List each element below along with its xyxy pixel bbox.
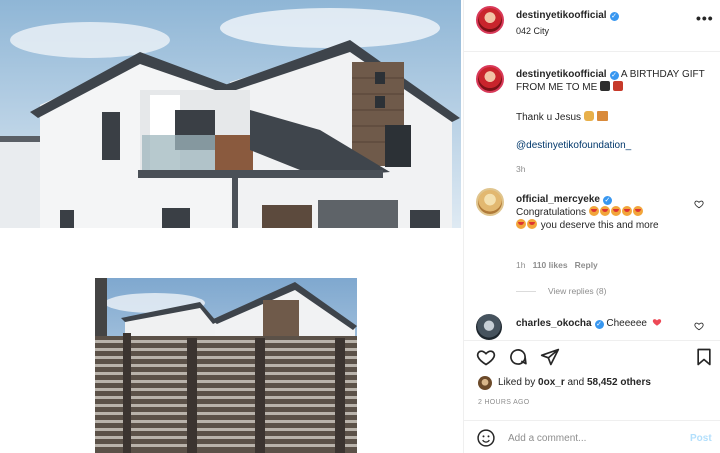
caption-thanks-text: Thank u Jesus <box>516 112 582 123</box>
comment-meta: 1h 110 likes Reply <box>516 260 598 270</box>
comment-text-2: you deserve this and more <box>540 220 659 231</box>
heart-icon[interactable] <box>476 347 496 367</box>
verified-badge-icon: ✓ <box>594 320 604 329</box>
comment-input[interactable]: Add a comment... <box>508 433 586 444</box>
comment-like-heart-icon[interactable] <box>694 321 704 331</box>
commenter-avatar-charles[interactable] <box>476 314 502 340</box>
liked-by-prefix: Liked by <box>498 377 536 388</box>
post-comment-button[interactable]: Post <box>690 433 712 444</box>
house-emoji-icon <box>596 111 608 121</box>
heart-eyes-emoji-icon <box>599 206 610 216</box>
verified-badge-icon: ✓ <box>602 196 612 205</box>
caption-line-2: Thank u Jesus <box>516 111 608 124</box>
caption-time[interactable]: 3h <box>516 164 525 174</box>
comment-text: Congratulations <box>516 207 587 218</box>
liker-avatar[interactable] <box>478 376 492 390</box>
bookmark-icon[interactable] <box>694 347 714 367</box>
gift-emoji-icon <box>612 81 623 91</box>
caption-mention-link[interactable]: @destinyetikofoundation_ <box>516 139 631 152</box>
view-replies-button[interactable]: View replies (8) <box>548 286 606 296</box>
verified-badge-icon: ✓ <box>609 12 619 21</box>
post-time-ago[interactable]: 2 HOURS AGO <box>478 399 530 406</box>
replies-line <box>516 291 536 292</box>
liked-by-and: and <box>567 377 585 388</box>
commenter-username-charles[interactable]: charles_okocha <box>516 318 592 329</box>
composer-separator <box>464 420 720 421</box>
post-sidebar: destinyetikoofficial ✓ 042 City ••• desti… <box>464 0 720 453</box>
smiley-icon[interactable] <box>476 428 496 448</box>
caption-username[interactable]: destinyetikoofficial <box>516 69 607 80</box>
comment-text-charles: Cheeeee <box>606 318 647 329</box>
heart-eyes-emoji-icon <box>610 206 621 216</box>
comment-icon[interactable] <box>508 347 528 367</box>
commenter-avatar[interactable] <box>476 188 504 216</box>
heart-eyes-emoji-icon <box>516 219 526 229</box>
likes-summary: Liked by 0ox_r and 58,452 others <box>498 377 651 388</box>
caption: destinyetikoofficial ✓ A BIRTHDAY GIFT FR… <box>516 68 711 94</box>
post-location[interactable]: 042 City <box>516 26 549 36</box>
heart-eyes-emoji-icon <box>527 219 537 229</box>
praying-hands-emoji-icon <box>583 111 594 121</box>
actions-separator <box>464 340 720 341</box>
house-photo-gate[interactable] <box>95 278 357 453</box>
post-media[interactable] <box>0 0 463 453</box>
party-emoji-icon <box>600 81 611 91</box>
comment-charles: charles_okocha ✓ Cheeeee <box>516 317 662 330</box>
reply-button[interactable]: Reply <box>575 260 598 270</box>
comment-likes[interactable]: 110 likes <box>533 260 568 270</box>
post-header: destinyetikoofficial ✓ 042 City ••• <box>464 0 720 52</box>
liked-by-user[interactable]: 0ox_r <box>538 377 565 388</box>
likes-count[interactable]: 58,452 others <box>587 377 651 388</box>
author-username-text[interactable]: destinyetikoofficial <box>516 10 607 21</box>
verified-badge-icon: ✓ <box>609 71 619 80</box>
house-photo-main[interactable] <box>0 0 461 228</box>
commenter-username[interactable]: official_mercyeke <box>516 194 600 205</box>
more-options-icon[interactable]: ••• <box>696 10 714 26</box>
red-heart-emoji-icon <box>652 319 661 326</box>
comment-like-heart-icon[interactable] <box>694 199 704 209</box>
author-username[interactable]: destinyetikoofficial ✓ <box>516 10 619 21</box>
heart-eyes-emoji-icon <box>621 206 632 216</box>
caption-avatar[interactable] <box>476 65 504 93</box>
comment-time[interactable]: 1h <box>516 260 525 270</box>
heart-eyes-emoji-icon <box>588 206 599 216</box>
comment-mercy: official_mercyeke ✓ Congratulations you d… <box>516 193 696 232</box>
heart-eyes-emoji-icon <box>632 206 643 216</box>
paper-plane-icon[interactable] <box>540 347 560 367</box>
author-avatar[interactable] <box>476 6 504 34</box>
